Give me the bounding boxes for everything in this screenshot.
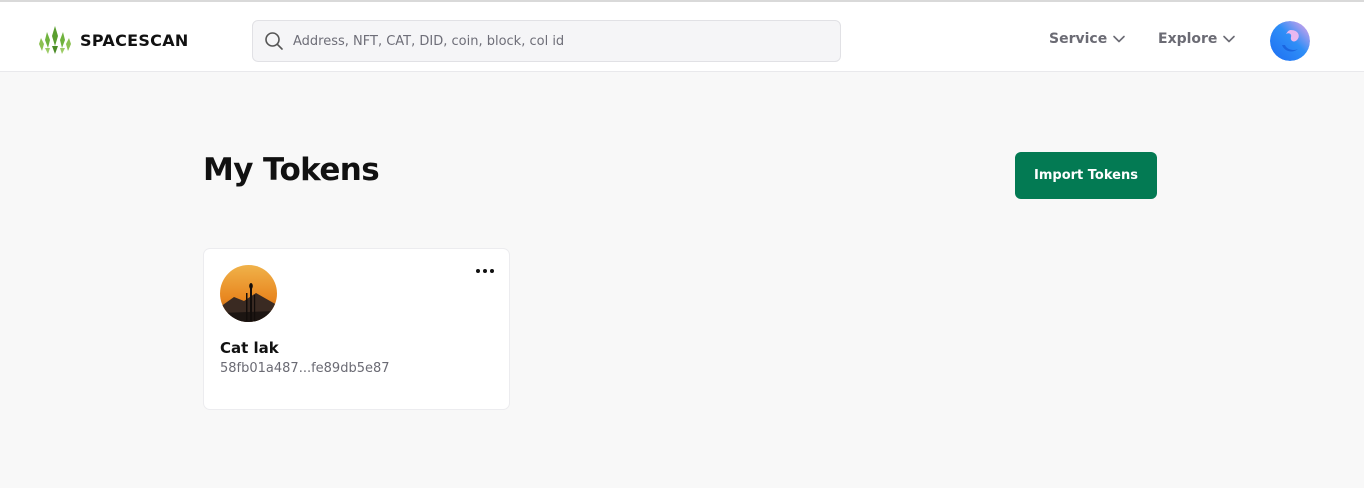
token-id: 58fb01a487...fe89db5e87 xyxy=(220,361,390,376)
token-avatar-image xyxy=(220,265,277,322)
search-input[interactable] xyxy=(293,33,833,49)
site-header: SPACESCAN Service Explore xyxy=(0,2,1364,72)
user-avatar-icon xyxy=(1270,21,1310,61)
nav-service-label: Service xyxy=(1049,31,1108,47)
nav-explore-dropdown[interactable]: Explore xyxy=(1158,31,1236,47)
nav-explore-label: Explore xyxy=(1158,31,1218,47)
more-horizontal-icon[interactable] xyxy=(475,265,495,277)
brand-logo-link[interactable]: SPACESCAN xyxy=(38,24,189,56)
user-avatar-button[interactable] xyxy=(1270,21,1310,61)
nav-service-dropdown[interactable]: Service xyxy=(1049,31,1126,47)
chevron-down-icon xyxy=(1223,35,1236,43)
import-tokens-button[interactable]: Import Tokens xyxy=(1015,152,1157,199)
token-name: Cat lak xyxy=(220,339,279,357)
search-icon xyxy=(265,32,283,50)
brand-name: SPACESCAN xyxy=(80,30,189,50)
chevron-down-icon xyxy=(1113,35,1126,43)
search-box[interactable] xyxy=(252,20,841,62)
token-card[interactable]: Cat lak 58fb01a487...fe89db5e87 xyxy=(203,248,510,410)
page-title: My Tokens xyxy=(203,152,380,188)
spacescan-logo-icon xyxy=(39,26,71,54)
token-image xyxy=(220,265,277,322)
